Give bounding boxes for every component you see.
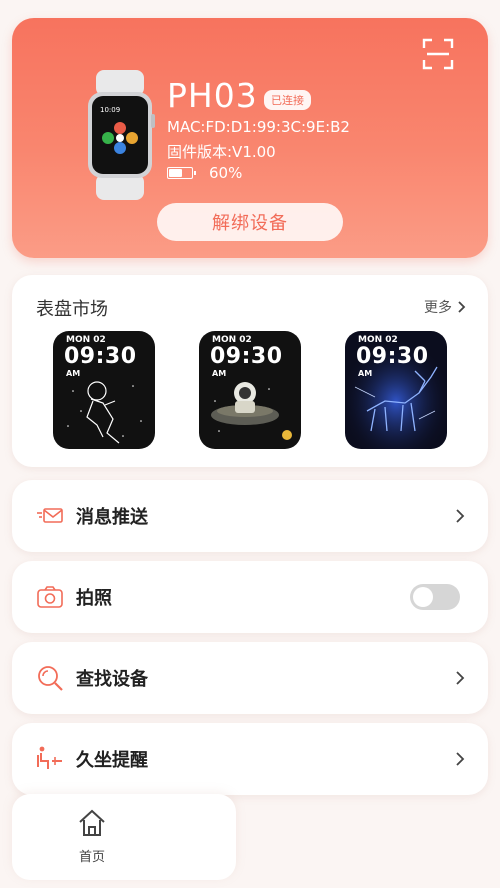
chevron-right-icon [456, 752, 465, 766]
svg-text:10:09: 10:09 [100, 106, 120, 114]
find-device-label: 查找设备 [76, 669, 148, 690]
nav-home-label: 首页 [78, 850, 105, 865]
battery-icon [167, 167, 196, 179]
photo-label: 拍照 [76, 588, 112, 609]
toggle-knob [413, 587, 433, 607]
bottom-nav: 首页 [12, 794, 236, 880]
search-icon [38, 666, 63, 691]
envelope-icon [37, 508, 63, 523]
watch-face-blue-neon-deer[interactable]: MON 02 09:30 AM [345, 331, 447, 449]
camera-icon [37, 586, 63, 608]
sedentary-reminder-label: 久坐提醒 [76, 750, 148, 771]
sedentary-icon [37, 746, 62, 769]
photo-toggle[interactable] [410, 584, 460, 610]
message-push-row[interactable]: 消息推送 [12, 480, 488, 552]
watch-face-astronaut-line-art[interactable]: MON 02 09:30 AM [53, 331, 155, 449]
sedentary-reminder-row[interactable]: 久坐提醒 [12, 723, 488, 795]
mac-address: MAC:FD:D1:99:3C:9E:B2 [167, 118, 350, 136]
face-time: 09:30 [210, 344, 283, 369]
find-device-row[interactable]: 查找设备 [12, 642, 488, 714]
chevron-right-icon [458, 301, 466, 313]
connection-status-badge: 已连接 [264, 90, 311, 110]
device-name: PH03 [167, 76, 258, 115]
face-time: 09:30 [64, 344, 137, 369]
unbind-device-button[interactable]: 解绑设备 [157, 203, 343, 241]
watch-face-market-card: 表盘市场 更多 MON 02 09:30 AM MON 02 09:30 AM … [12, 275, 488, 467]
watch-image: 10:09 [88, 70, 155, 200]
nav-home-tab[interactable]: 首页 [70, 808, 114, 865]
photo-row: 拍照 [12, 561, 488, 633]
battery-status: 60% [167, 164, 242, 182]
more-label: 更多 [424, 300, 452, 316]
scan-icon[interactable] [422, 38, 454, 70]
watch-face-astronaut-rocket[interactable]: MON 02 09:30 AM [199, 331, 301, 449]
face-ampm: AM [358, 369, 373, 378]
chevron-right-icon [456, 671, 465, 685]
battery-fill [169, 169, 183, 177]
firmware-version: 固件版本:V1.00 [167, 143, 276, 161]
face-time: 09:30 [356, 344, 429, 369]
message-push-label: 消息推送 [76, 507, 148, 528]
battery-percent: 60% [209, 164, 243, 182]
watch-face-market-title: 表盘市场 [36, 299, 108, 320]
device-card: 10:09 PH03 已连接 MAC:FD:D1:99:3C:9E:B2 固件版… [12, 18, 488, 258]
face-ampm: AM [66, 369, 81, 378]
more-link[interactable]: 更多 [424, 297, 466, 317]
face-ampm: AM [212, 369, 227, 378]
home-icon [79, 809, 105, 836]
chevron-right-icon [456, 509, 465, 523]
